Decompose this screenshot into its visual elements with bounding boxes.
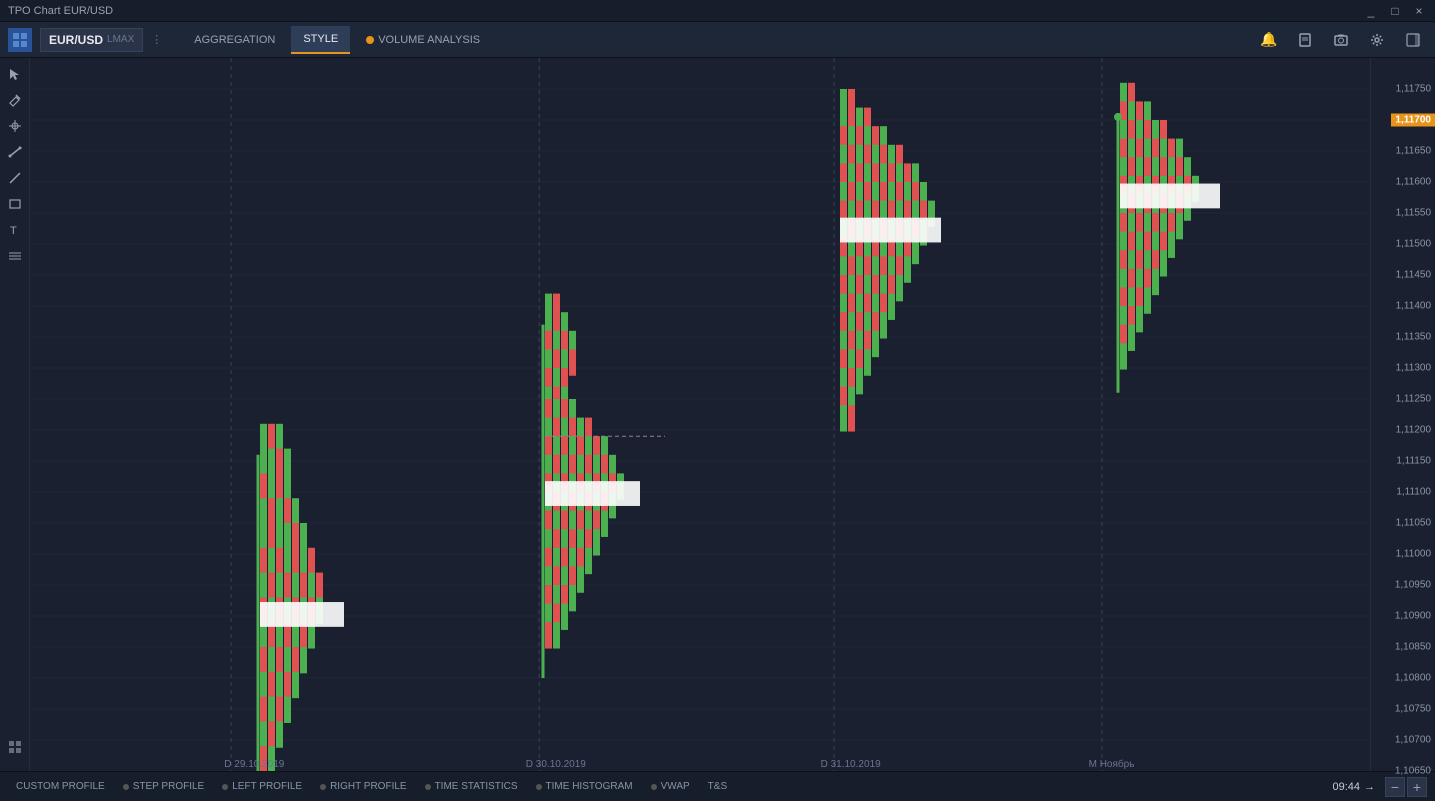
price-label: 1,11500 [1396, 239, 1431, 250]
edit-tool[interactable] [3, 88, 27, 112]
zoom-plus-button[interactable]: + [1407, 777, 1427, 797]
title-bar: TPO Chart EUR/USD _ □ × [0, 0, 1435, 22]
tab-vwap[interactable]: VWAP [643, 776, 698, 798]
main-layout: T D 29.10.2019 D 30.10.2019 D 31.10.2019 M … [0, 58, 1435, 771]
price-label: 1,11200 [1396, 425, 1431, 436]
svg-text:D 29.10.2019: D 29.10.2019 [224, 759, 284, 770]
price-label: 1,10650 [1395, 766, 1431, 777]
tab-ts-label: T&S [708, 781, 727, 792]
price-axis: 1,11750 1,11700 1,11650 1,11600 1,11550 1,115… [1370, 58, 1435, 771]
tab-step-profile[interactable]: STEP PROFILE [115, 776, 213, 798]
left-profile-dot [222, 784, 228, 790]
indicator-tool[interactable] [3, 244, 27, 268]
time-display: 09:44 → [1332, 781, 1375, 793]
chart-area[interactable]: D 29.10.2019 D 30.10.2019 D 31.10.2019 M Но… [30, 58, 1370, 771]
price-label: 1,10850 [1395, 642, 1431, 653]
close-button[interactable]: × [1411, 4, 1427, 18]
tab-custom-profile-label: CUSTOM PROFILE [16, 781, 105, 792]
price-label: 1,10900 [1395, 611, 1431, 622]
tab-volume-analysis-label: VOLUME ANALYSIS [378, 34, 480, 46]
volume-dot-indicator [366, 36, 374, 44]
toolbar-right-controls: 🔔 [1255, 26, 1427, 54]
tab-aggregation-label: AGGREGATION [194, 34, 275, 46]
price-label: 1,10750 [1395, 703, 1431, 714]
price-label: 1,11000 [1396, 549, 1431, 560]
cursor-tool[interactable] [3, 62, 27, 86]
window-title: TPO Chart EUR/USD [8, 5, 1363, 17]
price-label: 1,10800 [1395, 673, 1431, 684]
zoom-controls: − + [1385, 777, 1427, 797]
price-label: 1,11700 [1391, 114, 1435, 127]
time-statistics-dot [425, 784, 431, 790]
tab-right-profile-label: RIGHT PROFILE [330, 781, 407, 792]
tab-right-profile[interactable]: RIGHT PROFILE [312, 776, 415, 798]
tab-ts[interactable]: T&S [700, 776, 735, 798]
instrument-menu-button[interactable]: ⋮ [147, 33, 166, 46]
current-time: 09:44 [1332, 781, 1360, 793]
tab-time-statistics[interactable]: TIME STATISTICS [417, 776, 526, 798]
tab-style-label: STYLE [303, 33, 338, 45]
draw-tool[interactable] [3, 166, 27, 190]
maximize-button[interactable]: □ [1387, 4, 1403, 18]
main-toolbar: EUR/USD LMAX ⋮ AGGREGATION STYLE VOLUME … [0, 22, 1435, 58]
tab-left-profile[interactable]: LEFT PROFILE [214, 776, 310, 798]
minimize-button[interactable]: _ [1363, 4, 1379, 18]
line-tool[interactable] [3, 140, 27, 164]
tab-left-profile-label: LEFT PROFILE [232, 781, 302, 792]
tab-step-profile-label: STEP PROFILE [133, 781, 205, 792]
sidebar-toggle-button[interactable] [1399, 26, 1427, 54]
tab-vwap-label: VWAP [661, 781, 690, 792]
bottom-sidebar-icon[interactable] [3, 735, 27, 759]
alert-button[interactable]: 🔔 [1255, 26, 1283, 54]
price-label: 1,11250 [1396, 394, 1431, 405]
zoom-minus-button[interactable]: − [1385, 777, 1405, 797]
price-label: 1,11150 [1396, 456, 1431, 467]
tab-volume-analysis[interactable]: VOLUME ANALYSIS [354, 26, 492, 54]
instrument-name: EUR/USD [49, 33, 103, 47]
svg-text:D 30.10.2019: D 30.10.2019 [526, 759, 586, 770]
settings-button[interactable] [1363, 26, 1391, 54]
tab-time-statistics-label: TIME STATISTICS [435, 781, 518, 792]
svg-text:M Ноябрь: M Ноябрь [1089, 758, 1135, 770]
svg-text:D 31.10.2019: D 31.10.2019 [821, 759, 881, 770]
step-profile-dot [123, 784, 129, 790]
bookmark-button[interactable] [1291, 26, 1319, 54]
vwap-dot [651, 784, 657, 790]
price-label: 1,11450 [1396, 270, 1431, 281]
text-tool[interactable]: T [3, 218, 27, 242]
time-arrow: → [1364, 781, 1375, 793]
instrument-selector[interactable]: EUR/USD LMAX [40, 28, 143, 52]
tab-style[interactable]: STYLE [291, 26, 350, 54]
tab-time-histogram[interactable]: TIME HISTOGRAM [528, 776, 641, 798]
svg-text:T: T [10, 225, 17, 237]
price-label: 1,10700 [1395, 735, 1431, 746]
left-sidebar: T [0, 58, 30, 771]
price-label: 1,11100 [1396, 487, 1431, 498]
price-label: 1,11400 [1396, 301, 1431, 312]
window-controls: _ □ × [1363, 4, 1427, 18]
price-label: 1,11600 [1396, 177, 1431, 188]
right-profile-dot [320, 784, 326, 790]
time-histogram-dot [536, 784, 542, 790]
rectangle-tool[interactable] [3, 192, 27, 216]
price-label: 1,11750 [1396, 84, 1431, 95]
crosshair-tool[interactable] [3, 114, 27, 138]
tab-aggregation[interactable]: AGGREGATION [182, 26, 287, 54]
price-label: 1,11550 [1396, 208, 1431, 219]
price-label: 1,11300 [1396, 363, 1431, 374]
tab-time-histogram-label: TIME HISTOGRAM [546, 781, 633, 792]
tab-custom-profile[interactable]: CUSTOM PROFILE [8, 776, 113, 798]
camera-button[interactable] [1327, 26, 1355, 54]
bottom-toolbar: CUSTOM PROFILE STEP PROFILE LEFT PROFILE… [0, 771, 1435, 801]
price-label: 1,11050 [1396, 518, 1431, 529]
price-label: 1,11350 [1396, 332, 1431, 343]
instrument-sub: LMAX [107, 34, 134, 45]
app-logo [8, 28, 32, 52]
price-label: 1,10950 [1395, 579, 1431, 590]
price-label: 1,11650 [1396, 146, 1431, 157]
